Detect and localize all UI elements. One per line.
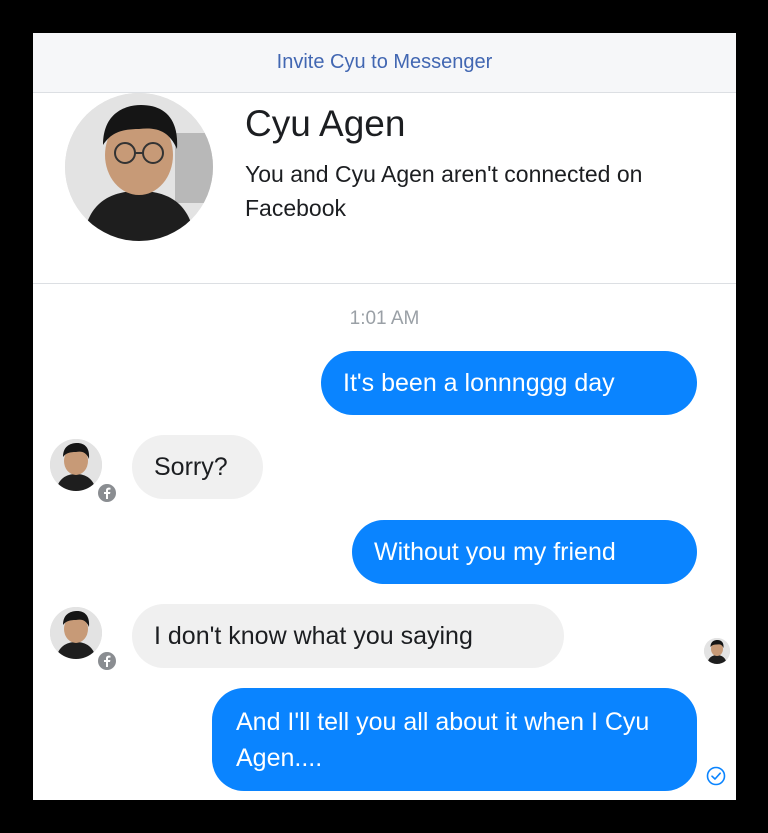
message-text: Sorry? [154, 453, 228, 481]
profile-avatar[interactable] [65, 93, 213, 241]
message-text: It's been a lonnnggg day [343, 369, 615, 397]
message-timestamp: 1:01 AM [349, 308, 420, 329]
message-text: I don't know what you saying [154, 622, 473, 650]
connection-status-text: You and Cyu Agen aren't connected on Fac… [245, 161, 643, 221]
incoming-message[interactable]: Sorry? [132, 435, 263, 499]
facebook-badge-icon [96, 650, 118, 672]
read-receipt-avatar [704, 638, 730, 664]
incoming-message[interactable]: I don't know what you saying [132, 604, 564, 668]
outgoing-message[interactable]: It's been a lonnnggg day [321, 351, 697, 415]
sender-avatar[interactable] [50, 607, 102, 659]
invite-to-messenger-link[interactable]: Invite Cyu to Messenger [277, 51, 493, 74]
profile-header: Cyu Agen You and Cyu Agen aren't connect… [33, 93, 736, 284]
facebook-badge-icon [96, 482, 118, 504]
message-text: And I'll tell you all about it when I Cy… [236, 707, 650, 772]
invite-bar: Invite Cyu to Messenger [33, 33, 736, 93]
profile-name: Cyu Agen [245, 103, 406, 144]
messenger-window: Invite Cyu to Messenger Cyu Agen You and… [33, 33, 736, 800]
sent-check-icon [706, 766, 726, 786]
message-text: Without you my friend [374, 538, 616, 566]
outgoing-message[interactable]: And I'll tell you all about it when I Cy… [212, 688, 697, 791]
sender-avatar[interactable] [50, 439, 102, 491]
outgoing-message[interactable]: Without you my friend [352, 520, 697, 584]
